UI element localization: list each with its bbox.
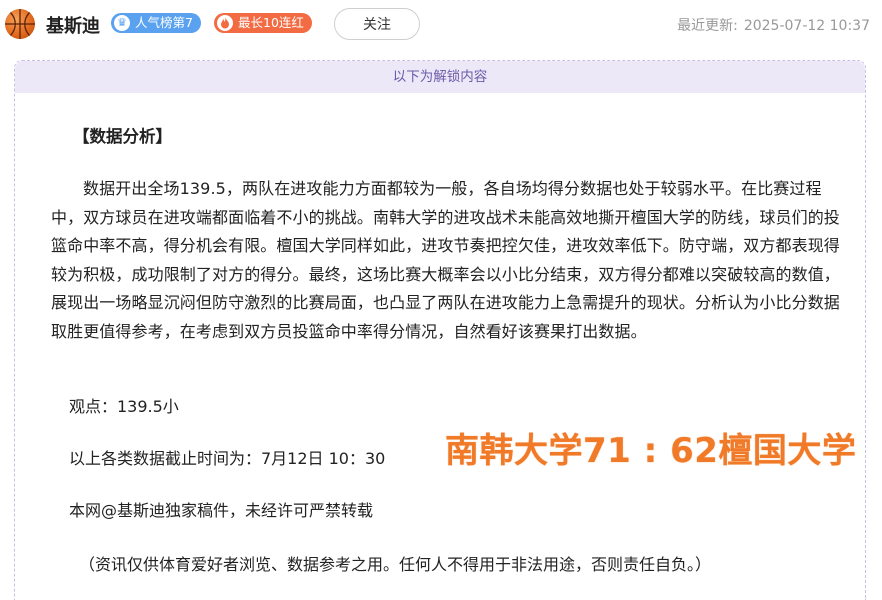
follow-button[interactable]: 关注 — [334, 8, 420, 40]
data-cutoff-line: 以上各类数据截止时间为：7月12日 10：30 — [69, 449, 386, 468]
section-title: 【数据分析】 — [73, 127, 172, 146]
author-name[interactable]: 基斯迪 — [46, 12, 100, 38]
score-overlay: 南韩大学71 : 62檀国大学 — [445, 431, 857, 471]
unlocked-content: 以下为解锁内容 【数据分析】 数据开出全场139.5，两队在进攻能力方面都较为一… — [14, 60, 866, 600]
crown-icon: ♛ — [114, 15, 130, 31]
last-updated-label: 最近更新: — [677, 18, 738, 34]
flame-icon — [217, 15, 233, 31]
last-updated: 最近更新: 2025-07-12 10:37 — [677, 15, 876, 35]
last-updated-time: 2025-07-12 10:37 — [743, 18, 870, 34]
popularity-badge-label: 人气榜第7 — [135, 15, 193, 30]
view-line: 观点：139.5小 — [69, 397, 179, 416]
popularity-badge: ♛ 人气榜第7 — [111, 13, 201, 33]
copyright-line: 本网@基斯迪独家稿件，未经许可严禁转载 — [69, 501, 374, 520]
analysis-paragraph: 数据开出全场139.5，两队在进攻能力方面都较为一般，各自场均得分数据也处于较弱… — [51, 179, 840, 341]
streak-badge: 最长10连红 — [214, 13, 312, 33]
unlock-notice: 以下为解锁内容 — [15, 61, 865, 93]
streak-badge-label: 最长10连红 — [238, 15, 304, 30]
article-header: 基斯迪 ♛ 人气榜第7 最长10连红 关注 最近更新: 2025-07-12 10… — [0, 0, 882, 52]
disclaimer-line: （资讯仅供体育爱好者浏览、数据参考之用。任何人不得用于非法用途，否则责任自负。） — [79, 555, 712, 574]
basketball-icon[interactable] — [5, 9, 35, 39]
